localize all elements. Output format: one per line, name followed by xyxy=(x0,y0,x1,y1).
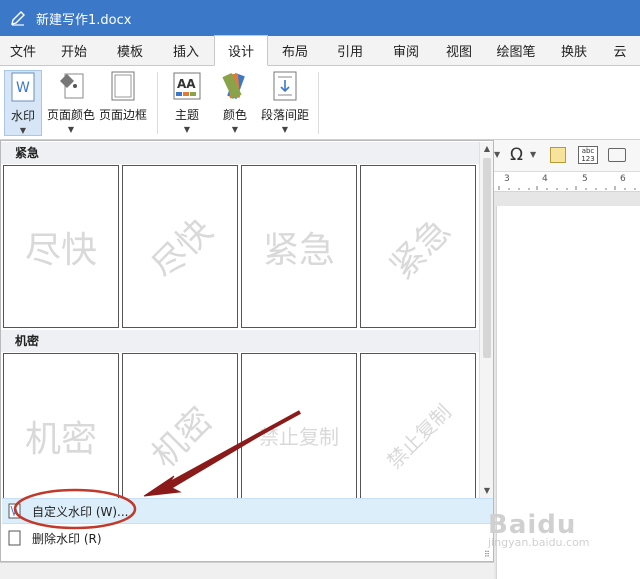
watermark-text: 紧急 xyxy=(262,229,335,271)
ribbon-divider xyxy=(157,72,158,134)
watermark-text: 禁止复制 xyxy=(259,425,339,449)
tab-cloud[interactable]: 云 xyxy=(600,35,640,65)
tab-view[interactable]: 视图 xyxy=(434,35,484,65)
watermark-icon: W xyxy=(8,71,38,103)
watermark-option[interactable]: 尽快 xyxy=(122,165,238,328)
ribbon-divider xyxy=(318,72,319,134)
logo-subtitle: jingyan.baidu.com xyxy=(488,536,590,549)
window-title: 新建写作1.docx xyxy=(36,12,132,28)
pen-icon xyxy=(0,0,36,36)
abc-label: abc xyxy=(581,147,595,155)
ribbon: W 水印 ▼ 页面颜色 ▼ 页面边框 AA 主题 ▼ 颜色 ▼ 段落间距 ▼ xyxy=(0,66,640,140)
status-bar xyxy=(0,562,494,579)
page-color-label: 页面颜色 xyxy=(47,108,96,122)
tab-home[interactable]: 开始 xyxy=(46,35,102,65)
ruler-tick: 4 xyxy=(542,174,548,184)
watermark-text: 尽快 xyxy=(24,229,97,271)
chevron-down-icon: ▼ xyxy=(231,125,239,134)
watermark-option[interactable]: 机密 xyxy=(122,353,238,499)
chevron-down-icon: ▼ xyxy=(67,125,75,134)
word-count-icon[interactable]: abc 123 xyxy=(578,146,598,164)
scroll-thumb[interactable] xyxy=(483,158,491,358)
paint-bucket-icon xyxy=(56,70,86,102)
tab-layout[interactable]: 布局 xyxy=(268,35,322,65)
custom-watermark-icon xyxy=(4,500,26,522)
tab-drawing-pen[interactable]: 绘图笔 xyxy=(484,35,548,65)
gallery-scrollbar[interactable]: ▲ ▼ xyxy=(479,142,493,498)
custom-watermark-label: 自定义水印 (W)... xyxy=(32,504,129,519)
paragraph-spacing-icon xyxy=(270,70,300,102)
tab-file[interactable]: 文件 xyxy=(0,35,46,65)
tab-references[interactable]: 引用 xyxy=(322,35,378,65)
theme-label: 主题 xyxy=(174,108,199,122)
remove-watermark-menu-item[interactable]: 删除水印 (R) xyxy=(2,525,493,551)
sticky-note-icon[interactable] xyxy=(550,147,566,163)
insert-toolbar-strip: ▼ Ω ▼ abc 123 xyxy=(494,140,640,172)
watermark-text: 禁止复制 xyxy=(382,399,456,474)
theme-button[interactable]: AA 主题 ▼ xyxy=(170,70,204,134)
section-header-urgent: 紧急 xyxy=(1,142,479,164)
scroll-up-icon[interactable]: ▲ xyxy=(480,142,494,156)
chevron-down-icon: ▼ xyxy=(183,125,191,134)
colors-button[interactable]: 颜色 ▼ xyxy=(220,70,250,134)
section-header-confidential: 机密 xyxy=(1,330,479,352)
watermark-label: 水印 xyxy=(10,109,35,123)
watermark-option[interactable]: 尽快 xyxy=(3,165,119,328)
watermark-option[interactable]: 紧急 xyxy=(241,165,357,328)
horizontal-ruler: 3 4 5 6 xyxy=(494,172,640,192)
watermark-option[interactable]: 紧急 xyxy=(360,165,476,328)
scroll-down-icon[interactable]: ▼ xyxy=(480,484,494,498)
palette-icon xyxy=(220,70,250,102)
page-border-label: 页面边框 xyxy=(98,108,147,122)
watermark-option[interactable]: 禁止复制 xyxy=(360,353,476,499)
tab-insert[interactable]: 插入 xyxy=(158,35,214,65)
remove-watermark-label: 删除水印 (R) xyxy=(32,531,102,546)
ruler-tick: 6 xyxy=(620,174,626,184)
watermark-text: 尽快 xyxy=(144,210,221,288)
tab-skin[interactable]: 换肤 xyxy=(548,35,600,65)
watermark-dropdown: 紧急 尽快 尽快 紧急 紧急 机密 机密 机密 禁止复制 禁止复制 ▲ ▼ 自定… xyxy=(0,140,494,562)
remove-watermark-icon xyxy=(4,527,26,549)
svg-text:W: W xyxy=(16,80,30,96)
page-border-button[interactable]: 页面边框 xyxy=(98,70,148,123)
tab-review[interactable]: 审阅 xyxy=(378,35,434,65)
watermark-option[interactable]: 禁止复制 xyxy=(241,353,357,499)
page-color-button[interactable]: 页面颜色 ▼ xyxy=(47,70,96,134)
svg-text:AA: AA xyxy=(177,77,196,91)
watermark-option[interactable]: 机密 xyxy=(3,353,119,499)
chevron-down-icon[interactable]: ▼ xyxy=(530,150,536,159)
ruler-tick: 5 xyxy=(582,174,588,184)
watermark-text: 紧急 xyxy=(382,210,459,288)
menu-tabs: 文件 开始 模板 插入 设计 布局 引用 审阅 视图 绘图笔 换肤 云 xyxy=(0,35,640,66)
screenshot-icon[interactable] xyxy=(608,148,626,162)
omega-symbol-button[interactable]: Ω xyxy=(510,145,523,165)
tab-template[interactable]: 模板 xyxy=(102,35,158,65)
page-border-icon xyxy=(108,70,138,102)
custom-watermark-menu-item[interactable]: 自定义水印 (W)... xyxy=(2,498,493,524)
paragraph-spacing-label: 段落间距 xyxy=(260,108,309,122)
watermark-text: 机密 xyxy=(144,399,221,477)
watermark-button[interactable]: W 水印 ▼ xyxy=(4,70,42,136)
paragraph-spacing-button[interactable]: 段落间距 ▼ xyxy=(260,70,310,134)
chevron-down-icon: ▼ xyxy=(281,125,289,134)
ruler-tick: 3 xyxy=(504,174,510,184)
tab-design[interactable]: 设计 xyxy=(214,35,268,66)
theme-icon: AA xyxy=(172,70,202,102)
colors-label: 颜色 xyxy=(222,108,247,122)
title-bar: 新建写作1.docx xyxy=(0,0,640,36)
baidu-jingyan-logo: Baidu jingyan.baidu.com xyxy=(488,510,638,570)
chevron-down-icon[interactable]: ▼ xyxy=(494,150,500,159)
chevron-down-icon: ▼ xyxy=(19,126,27,135)
watermark-text: 机密 xyxy=(24,418,97,460)
